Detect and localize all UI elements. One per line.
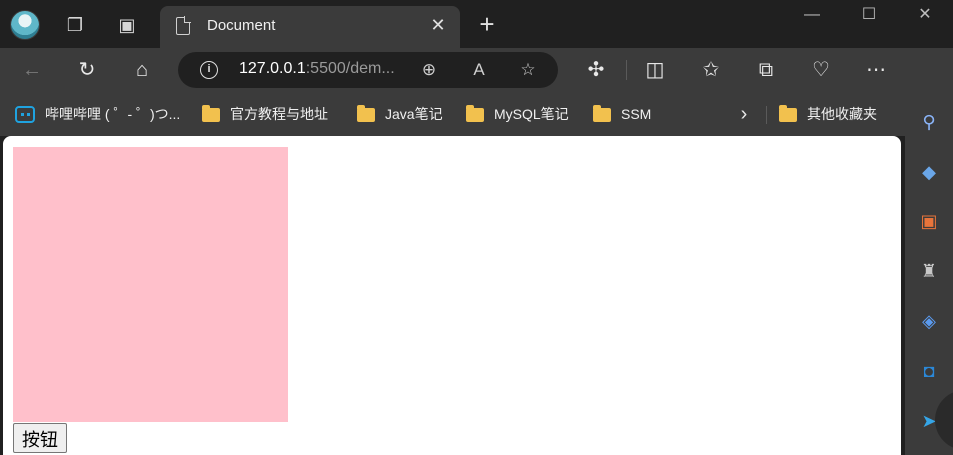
- folder-icon: [357, 105, 375, 122]
- workspaces-icon[interactable]: ❐: [62, 12, 88, 38]
- office-icon[interactable]: ◈: [917, 309, 941, 333]
- more-icon[interactable]: ⋯: [862, 56, 890, 84]
- tab-document[interactable]: Document ✕: [160, 6, 460, 48]
- favorite-star-icon[interactable]: ☆: [516, 58, 540, 82]
- bookmark-label: Java笔记: [385, 106, 443, 122]
- bookmark-folder-tutorials[interactable]: 官方教程与地址: [202, 104, 328, 124]
- vertical-tabs-icon[interactable]: ▣: [114, 12, 140, 38]
- site-info-icon[interactable]: i: [200, 61, 218, 79]
- bookmarks-divider: [766, 106, 767, 124]
- page-viewport: 按钮: [3, 136, 901, 455]
- bookmark-folder-ssm[interactable]: SSM: [593, 104, 651, 124]
- maximize-button[interactable]: ☐: [841, 0, 897, 32]
- bookmark-label: 其他收藏夹: [807, 106, 877, 122]
- url-path: :5500/dem...: [305, 60, 395, 77]
- tools-icon[interactable]: ▣: [917, 209, 941, 233]
- browser-window: ❐ ▣ Document ✕ + — ☐ ✕ ← ↻ ⌂ i 127.0.0.1…: [0, 0, 953, 455]
- folder-icon: [466, 105, 484, 122]
- games-icon[interactable]: ♜: [917, 259, 941, 283]
- zoom-icon[interactable]: ⊕: [417, 58, 441, 82]
- page-button[interactable]: 按钮: [13, 423, 67, 453]
- search-icon[interactable]: ⚲: [917, 110, 941, 134]
- split-screen-icon[interactable]: ◫: [641, 56, 669, 84]
- bookmark-label: MySQL笔记: [494, 106, 569, 122]
- refresh-icon[interactable]: ↻: [73, 56, 101, 84]
- read-aloud-icon[interactable]: A: [467, 58, 491, 82]
- title-bar: ❐ ▣ Document ✕ + — ☐ ✕: [0, 0, 953, 48]
- bookmark-label: 官方教程与地址: [230, 106, 328, 122]
- pink-box: [13, 147, 288, 422]
- browser-essentials-icon[interactable]: ♡: [807, 56, 835, 84]
- collections-icon[interactable]: ⧉: [752, 56, 780, 84]
- url-host: 127.0.0.1: [239, 60, 306, 77]
- folder-icon: [593, 105, 611, 122]
- toolbar: ← ↻ ⌂ i 127.0.0.1:5500/dem... ⊕ A ☆ ✣ ◫ …: [0, 48, 953, 92]
- extensions-icon[interactable]: ✣: [582, 56, 610, 84]
- profile-avatar[interactable]: [10, 10, 40, 40]
- folder-icon: [779, 105, 797, 122]
- home-icon[interactable]: ⌂: [128, 56, 156, 84]
- bookmarks-bar: 哔哩哔哩 ( ゜- ゜)つ... 官方教程与地址 Java笔记 MySQL笔记 …: [0, 92, 905, 136]
- folder-icon: [202, 105, 220, 122]
- close-window-button[interactable]: ✕: [897, 0, 953, 32]
- bookmark-bilibili[interactable]: 哔哩哔哩 ( ゜- ゜)つ...: [15, 104, 180, 124]
- back-icon[interactable]: ←: [18, 56, 46, 84]
- tab-title: Document: [207, 17, 276, 34]
- address-bar[interactable]: i 127.0.0.1:5500/dem... ⊕ A ☆: [178, 52, 558, 88]
- bookmark-folder-other[interactable]: 其他收藏夹: [779, 104, 877, 124]
- tag-icon[interactable]: ◆: [917, 160, 941, 184]
- bookmark-label: 哔哩哔哩 ( ゜- ゜)つ...: [45, 106, 181, 122]
- document-icon: [176, 16, 191, 35]
- toolbar-divider: [626, 60, 627, 80]
- minimize-button[interactable]: —: [784, 0, 840, 32]
- new-tab-button[interactable]: +: [474, 11, 500, 38]
- bookmark-folder-mysql[interactable]: MySQL笔记: [466, 104, 569, 124]
- bookmark-folder-java[interactable]: Java笔记: [357, 104, 443, 124]
- bilibili-icon: [15, 106, 35, 123]
- address-url[interactable]: 127.0.0.1:5500/dem...: [239, 60, 395, 78]
- sidebar: ⚲ ◆ ▣ ♜ ◈ ◘ ➤: [905, 48, 953, 455]
- bookmark-label: SSM: [621, 106, 652, 122]
- chevron-right-icon[interactable]: ›: [735, 102, 753, 126]
- tab-close-icon[interactable]: ✕: [428, 15, 448, 35]
- outlook-icon[interactable]: ◘: [917, 359, 941, 383]
- favorites-icon[interactable]: ✩: [697, 56, 725, 84]
